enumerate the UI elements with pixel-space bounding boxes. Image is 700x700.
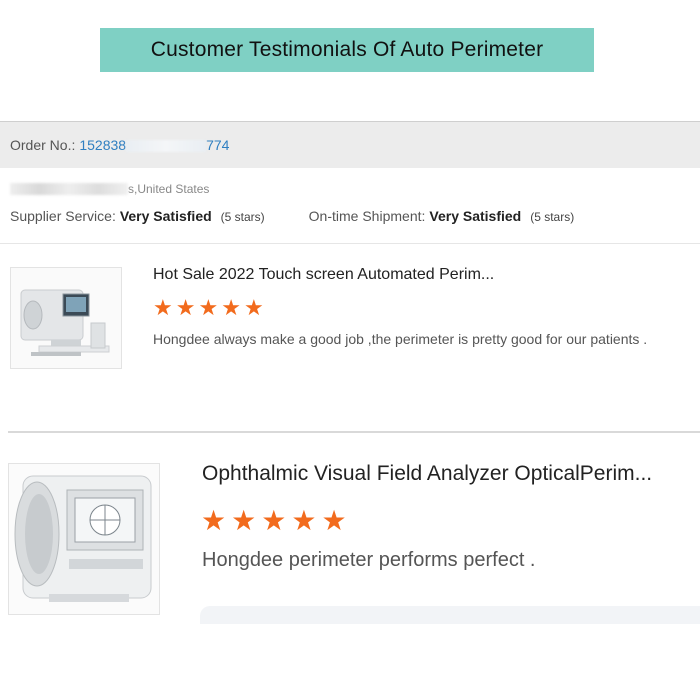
shipment-value: Very Satisfied <box>429 208 522 224</box>
supplier-service-label: Supplier Service: <box>10 208 116 224</box>
star-icon: ★ <box>198 295 219 320</box>
shipment-rating: On-time Shipment: Very Satisfied (5 star… <box>309 208 575 224</box>
product-thumbnail-2[interactable] <box>8 463 160 615</box>
review-comment-1: Hongdee always make a good job ,the peri… <box>153 331 648 347</box>
star-icon: ★ <box>231 505 257 536</box>
supplier-service-stars: (5 stars) <box>220 210 265 224</box>
perimeter-device-image <box>11 268 121 368</box>
star-icon: ★ <box>261 505 287 536</box>
perimeter-device-image <box>9 464 159 614</box>
supplier-service-rating: Supplier Service: Very Satisfied (5 star… <box>10 208 265 224</box>
overall-ratings: Supplier Service: Very Satisfied (5 star… <box>10 208 700 224</box>
review-stars-1: ★ ★ ★ ★ ★ <box>153 297 264 319</box>
review-divider <box>8 431 700 433</box>
review-stars-2: ★ ★ ★ ★ ★ <box>201 507 347 535</box>
order-number-bar: Order No.: 152838 774 <box>0 121 700 168</box>
location-redaction <box>10 183 128 195</box>
order-number-start: 152838 <box>79 137 127 153</box>
buyer-location: s,United States <box>10 182 209 196</box>
star-icon: ★ <box>221 295 241 320</box>
star-icon: ★ <box>321 505 347 536</box>
order-number-end: 774 <box>206 137 230 153</box>
shipment-label: On-time Shipment: <box>308 208 426 224</box>
shipment-stars: (5 stars) <box>530 210 575 224</box>
product-title-2[interactable]: Ophthalmic Visual Field Analyzer Optical… <box>202 462 700 486</box>
order-number-label: Order No.: <box>10 137 76 153</box>
page-banner-title: Customer Testimonials Of Auto Perimeter <box>100 28 594 72</box>
order-number-link[interactable]: 152838 774 <box>79 137 229 153</box>
product-title-1[interactable]: Hot Sale 2022 Touch screen Automated Per… <box>153 266 693 284</box>
star-icon: ★ <box>291 505 317 536</box>
supplier-service-value: Very Satisfied <box>119 208 212 224</box>
buyer-country: s,United States <box>128 182 210 196</box>
order-number-redaction <box>126 140 207 153</box>
section-divider <box>0 243 700 244</box>
star-icon: ★ <box>175 295 196 320</box>
product-thumbnail-1[interactable] <box>10 267 122 369</box>
reply-area <box>200 606 700 624</box>
star-icon: ★ <box>201 505 227 536</box>
review-comment-2: Hongdee perimeter performs perfect . <box>202 549 536 571</box>
star-icon: ★ <box>153 295 173 320</box>
star-icon: ★ <box>243 295 264 320</box>
